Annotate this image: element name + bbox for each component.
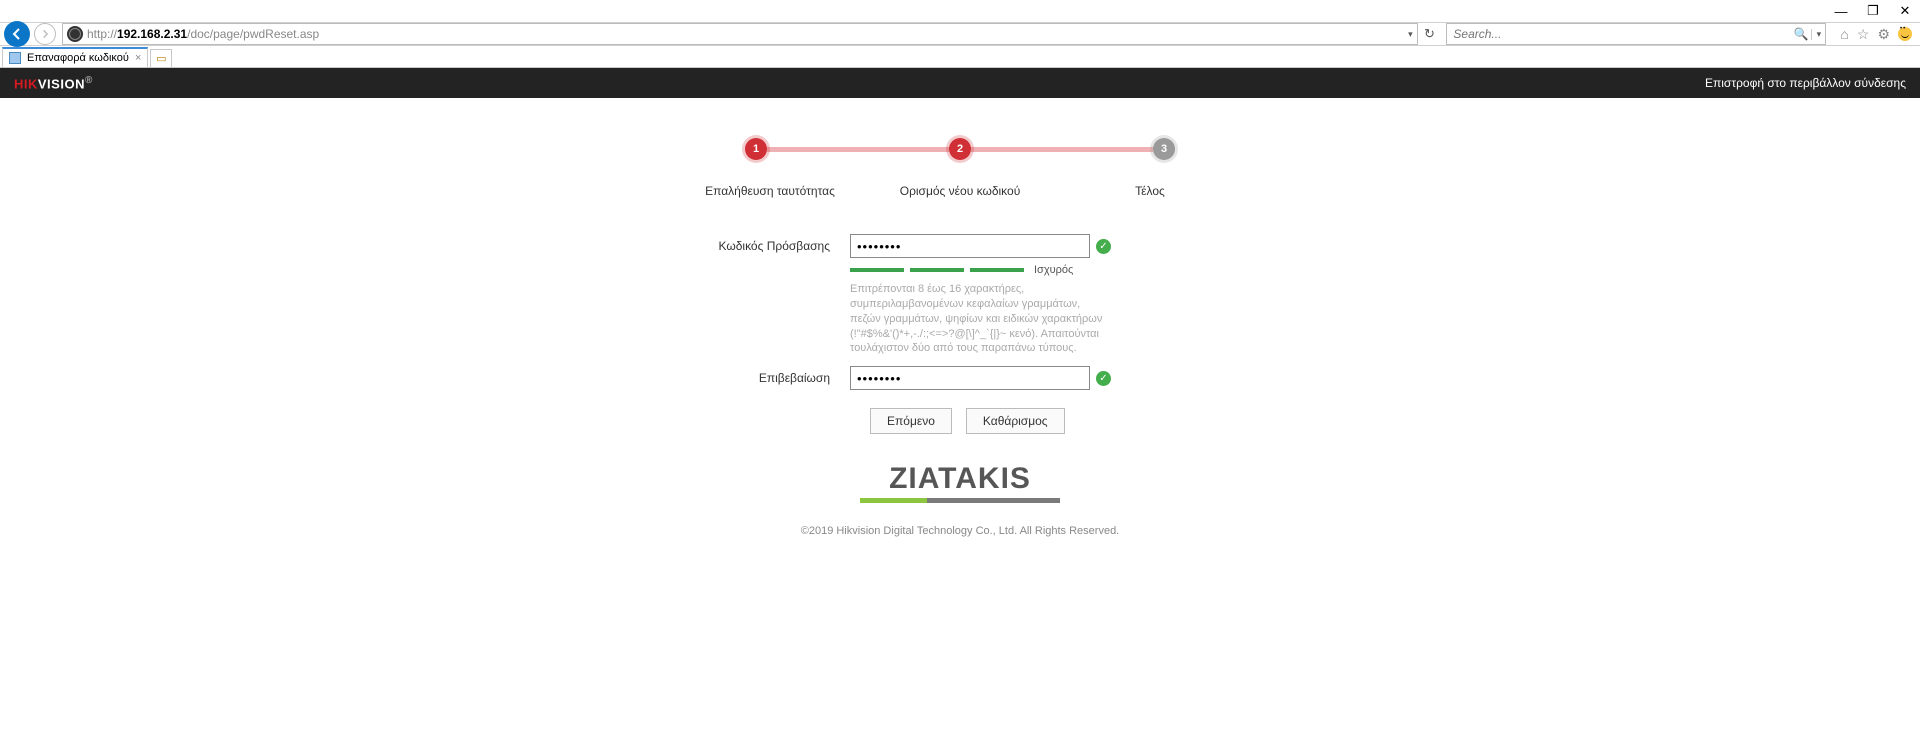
tab-title: Επαναφορά κωδικού bbox=[27, 52, 129, 64]
search-icon[interactable]: 🔍 bbox=[1791, 27, 1811, 41]
step-3-label: Τέλος bbox=[1080, 184, 1220, 198]
window-maximize-button[interactable]: ❐ bbox=[1866, 4, 1880, 18]
confirm-label: Επιβεβαίωση bbox=[680, 366, 850, 390]
favorites-icon[interactable]: ☆ bbox=[1857, 26, 1870, 43]
new-tab-button[interactable]: ▭ bbox=[150, 49, 172, 67]
gear-icon[interactable]: ⚙ bbox=[1877, 26, 1890, 43]
return-to-login-link[interactable]: Επιστροφή στο περιβάλλον σύνδεσης bbox=[1705, 76, 1906, 90]
strength-bar-icon bbox=[970, 268, 1024, 272]
step-1-label: Επαλήθευση ταυτότητας bbox=[700, 184, 840, 198]
next-button[interactable]: Επόμενο bbox=[870, 408, 952, 434]
arrow-right-icon bbox=[40, 29, 50, 39]
page-content: 1 2 3 Επαλήθευση ταυτότητας Ορισμός νέου… bbox=[0, 98, 1920, 537]
new-tab-icon: ▭ bbox=[156, 52, 166, 65]
brand-block: ZIATAKIS bbox=[860, 462, 1060, 503]
copyright-text: ©2019 Hikvision Digital Technology Co., … bbox=[801, 525, 1120, 537]
window-titlebar: — ❐ ✕ bbox=[0, 0, 1920, 22]
strength-label: Ισχυρός bbox=[1034, 264, 1073, 276]
search-input[interactable] bbox=[1447, 27, 1791, 41]
brand-underline-icon bbox=[860, 498, 1060, 503]
password-input[interactable] bbox=[850, 234, 1090, 258]
strength-bar-icon bbox=[850, 268, 904, 272]
step-2-dot: 2 bbox=[949, 138, 971, 160]
browser-toolbar-icons: ⌂ ☆ ⚙ bbox=[1832, 26, 1920, 43]
password-strength-meter: Ισχυρός bbox=[850, 264, 1111, 276]
password-label: Κωδικός Πρόσβασης bbox=[680, 234, 850, 258]
browser-refresh-button[interactable]: ↻ bbox=[1418, 26, 1440, 42]
arrow-left-icon bbox=[10, 27, 24, 41]
check-valid-icon: ✓ bbox=[1096, 371, 1111, 386]
window-minimize-button[interactable]: — bbox=[1834, 4, 1848, 18]
tab-close-button[interactable]: × bbox=[135, 52, 141, 64]
globe-icon bbox=[67, 26, 83, 42]
check-valid-icon: ✓ bbox=[1096, 239, 1111, 254]
password-hint-text: Επιτρέπονται 8 έως 16 χαρακτήρες, συμπερ… bbox=[850, 282, 1110, 356]
browser-address-bar: http://192.168.2.31/doc/page/pwdReset.as… bbox=[0, 22, 1920, 46]
browser-tab[interactable]: Επαναφορά κωδικού × bbox=[2, 47, 148, 67]
feedback-smiley-icon[interactable] bbox=[1898, 27, 1912, 41]
step-2-label: Ορισμός νέου κωδικού bbox=[890, 184, 1030, 198]
confirm-password-input[interactable] bbox=[850, 366, 1090, 390]
url-text: http://192.168.2.31/doc/page/pwdReset.as… bbox=[87, 27, 319, 41]
step-connector bbox=[767, 147, 949, 152]
clear-button[interactable]: Καθάρισμος bbox=[966, 408, 1065, 434]
step-1-dot: 1 bbox=[745, 138, 767, 160]
hikvision-logo: HIKVISION® bbox=[14, 75, 93, 91]
browser-search-box[interactable]: 🔍 ▾ bbox=[1446, 23, 1826, 45]
browser-back-button[interactable] bbox=[4, 21, 30, 47]
wizard-stepper: 1 2 3 bbox=[745, 138, 1175, 160]
browser-forward-button[interactable] bbox=[34, 23, 56, 45]
password-form: Κωδικός Πρόσβασης ✓ Ισχυρός Επιτρέπονται… bbox=[680, 234, 1240, 434]
step-3-dot: 3 bbox=[1153, 138, 1175, 160]
home-icon[interactable]: ⌂ bbox=[1840, 26, 1848, 42]
page-header: HIKVISION® Επιστροφή στο περιβάλλον σύνδ… bbox=[0, 68, 1920, 98]
browser-tab-bar: Επαναφορά κωδικού × ▭ bbox=[0, 46, 1920, 68]
strength-bar-icon bbox=[910, 268, 964, 272]
window-close-button[interactable]: ✕ bbox=[1898, 4, 1912, 18]
wizard-step-labels: Επαλήθευση ταυτότητας Ορισμός νέου κωδικ… bbox=[700, 184, 1220, 198]
tab-favicon-icon bbox=[9, 52, 21, 64]
url-input[interactable]: http://192.168.2.31/doc/page/pwdReset.as… bbox=[62, 23, 1418, 45]
url-dropdown-icon[interactable]: ▾ bbox=[1403, 29, 1417, 40]
brand-name: ZIATAKIS bbox=[860, 462, 1060, 496]
step-connector bbox=[971, 147, 1153, 152]
search-dropdown-icon[interactable]: ▾ bbox=[1811, 29, 1825, 40]
